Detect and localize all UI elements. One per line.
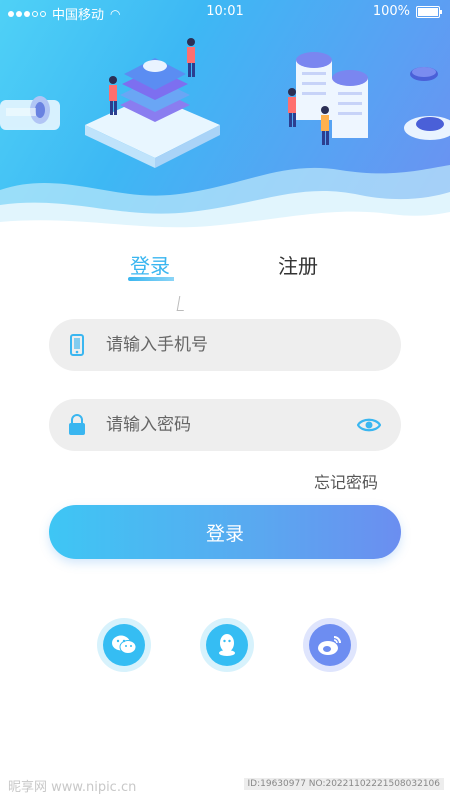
- watermark-site: 昵享网 www.nipic.cn: [8, 780, 137, 795]
- login-button[interactable]: 登录: [49, 505, 401, 559]
- qq-login-button[interactable]: [200, 618, 254, 672]
- password-field[interactable]: [49, 399, 401, 451]
- eye-icon[interactable]: [356, 415, 382, 435]
- status-bar: 中国移动 ◠ 10:01 100%: [0, 0, 450, 24]
- isometric-server-illustration: [0, 38, 450, 245]
- active-tab-indicator: [128, 277, 178, 281]
- weibo-icon: [309, 624, 351, 666]
- phone-icon: [49, 319, 104, 371]
- wechat-icon: [103, 624, 145, 666]
- watermark-id: ID:19630977 NO:20221102221508032106: [243, 778, 444, 790]
- status-right: 100%: [372, 4, 442, 19]
- wechat-login-button[interactable]: [97, 618, 151, 672]
- header-illustration: [0, 0, 450, 245]
- pointer-cursor-icon: [176, 296, 187, 311]
- qq-icon: [206, 624, 248, 666]
- forgot-password-link[interactable]: 忘记密码: [314, 469, 378, 493]
- battery-percent: 100%: [372, 4, 410, 19]
- tab-register[interactable]: 注册: [278, 250, 318, 279]
- tab-login[interactable]: 登录: [130, 250, 170, 279]
- phone-field[interactable]: [49, 319, 401, 371]
- password-input[interactable]: [104, 414, 338, 436]
- auth-tabs: 登录 注册: [0, 250, 450, 290]
- battery-icon: [416, 5, 442, 18]
- weibo-login-button[interactable]: [303, 618, 357, 672]
- lock-icon: [49, 399, 104, 451]
- phone-input[interactable]: [104, 334, 338, 356]
